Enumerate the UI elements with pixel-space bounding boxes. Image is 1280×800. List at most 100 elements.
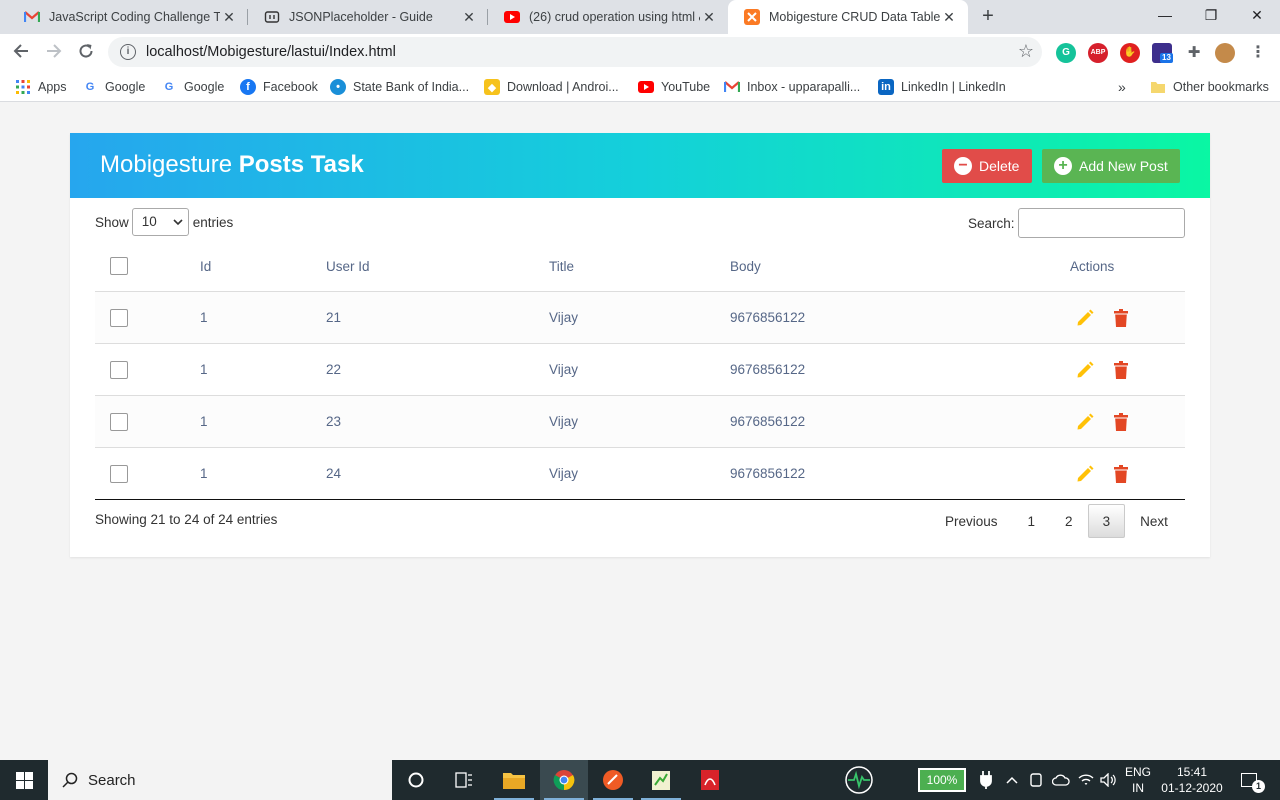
clock[interactable]: 15:41 01-12-2020 <box>1158 760 1226 800</box>
windows-logo-icon <box>15 771 33 789</box>
language-indicator[interactable]: ENG IN <box>1122 760 1154 800</box>
back-arrow-icon <box>13 44 28 58</box>
close-icon[interactable]: ✕ <box>940 9 958 26</box>
activity-monitor-button[interactable] <box>835 760 883 800</box>
pencil-icon <box>1077 465 1094 481</box>
row-checkbox[interactable] <box>110 360 128 379</box>
bookmark-google-1[interactable]: G Google <box>82 76 146 98</box>
pagination-previous[interactable]: Previous <box>930 504 1013 538</box>
new-tab-button[interactable]: + <box>976 5 1000 29</box>
notifications-button[interactable]: 1 <box>1234 760 1265 800</box>
other-bookmarks[interactable]: Other bookmarks <box>1150 76 1269 98</box>
delete-row-button[interactable] <box>1114 344 1128 395</box>
graduation-cap-icon[interactable]: 13 <box>1152 43 1173 63</box>
search-input[interactable] <box>1017 208 1185 238</box>
chrome-button[interactable] <box>540 760 588 800</box>
close-icon[interactable]: ✕ <box>460 9 478 26</box>
column-header-title[interactable]: Title <box>549 241 574 291</box>
address-bar[interactable]: i localhost/Mobigesture/lastui/Index.htm… <box>108 37 1042 67</box>
puzzle-piece-icon[interactable]: ✚ <box>1184 43 1204 63</box>
row-checkbox[interactable] <box>110 412 128 431</box>
delete-row-button[interactable] <box>1114 396 1128 447</box>
grammarly-icon[interactable]: G <box>1056 43 1076 63</box>
table-header-row: Id User Id Title Body Actions <box>95 241 1185 292</box>
bookmark-label: Other bookmarks <box>1173 80 1269 94</box>
search-label: Search: <box>968 215 1015 231</box>
column-header-user-id[interactable]: User Id <box>326 241 370 291</box>
bookmark-facebook[interactable]: f Facebook <box>240 76 318 98</box>
bookmark-linkedin[interactable]: in LinkedIn | LinkedIn <box>878 76 1006 98</box>
bookmark-gmail-inbox[interactable]: Inbox - upparapalli... <box>724 76 860 98</box>
delete-row-button[interactable] <box>1114 448 1128 499</box>
battery-indicator[interactable]: 100% <box>916 760 968 800</box>
forward-button[interactable] <box>40 39 68 67</box>
chevron-up-icon[interactable] <box>1002 760 1022 800</box>
row-checkbox[interactable] <box>110 308 128 327</box>
avatar[interactable] <box>1215 43 1235 63</box>
delete-row-button[interactable] <box>1114 292 1128 343</box>
info-icon[interactable]: i <box>120 44 136 60</box>
cortana-circle-icon <box>408 772 424 788</box>
close-window-button[interactable]: ✕ <box>1234 0 1280 30</box>
bookmark-star-icon[interactable]: ☆ <box>1018 41 1034 62</box>
select-all-checkbox[interactable] <box>110 257 128 275</box>
bookmarks-overflow-button[interactable]: » <box>1118 76 1126 98</box>
cell-title: Vijay <box>549 310 579 325</box>
acrobat-button[interactable] <box>686 760 734 800</box>
bookmark-sbi[interactable]: • State Bank of India... <box>330 76 469 98</box>
tab-mobigesture-crud[interactable]: Mobigesture CRUD Data Table ✕ <box>728 0 968 34</box>
reload-button[interactable] <box>72 39 100 67</box>
cortana-button[interactable] <box>392 760 440 800</box>
edit-button[interactable] <box>1075 448 1095 499</box>
device-icon[interactable] <box>1026 760 1046 800</box>
tab-title: JavaScript Coding Challenge Test <box>49 10 220 24</box>
jsonplaceholder-icon <box>264 9 280 25</box>
bookmark-download-android[interactable]: ◆ Download | Androi... <box>484 76 619 98</box>
edit-button[interactable] <box>1075 344 1095 395</box>
delete-button[interactable]: − Delete <box>942 149 1032 183</box>
edit-button[interactable] <box>1075 396 1095 447</box>
page-length-select[interactable]: 10 <box>131 208 189 236</box>
tab-youtube-crud[interactable]: (26) crud operation using html & ✕ <box>488 0 728 34</box>
pagination-page-1[interactable]: 1 <box>1013 504 1051 538</box>
tab-javascript-challenge[interactable]: JavaScript Coding Challenge Test ✕ <box>8 0 248 34</box>
task-view-button[interactable] <box>440 760 488 800</box>
file-explorer-button[interactable] <box>490 760 538 800</box>
minimize-button[interactable]: — <box>1142 0 1188 30</box>
edit-button[interactable] <box>1075 292 1095 343</box>
postman-button[interactable] <box>589 760 637 800</box>
back-button[interactable] <box>7 39 35 67</box>
column-header-id[interactable]: Id <box>200 241 211 291</box>
tab-title: JSONPlaceholder - Guide <box>289 10 433 24</box>
bookmark-youtube[interactable]: YouTube <box>638 76 710 98</box>
task-view-icon <box>455 772 472 788</box>
volume-icon[interactable] <box>1098 760 1118 800</box>
adblock-icon[interactable]: ABP <box>1088 43 1108 63</box>
notification-icon: 1 <box>1241 773 1265 793</box>
row-checkbox[interactable] <box>110 464 128 483</box>
taskbar-search-box[interactable]: Search <box>48 760 392 800</box>
bookmark-google-2[interactable]: G Google <box>161 76 225 98</box>
cell-user-id: 24 <box>326 466 342 481</box>
close-icon[interactable]: ✕ <box>700 9 718 26</box>
stop-hand-icon[interactable]: ✋ <box>1120 43 1140 63</box>
show-label: Show <box>95 214 129 230</box>
tab-jsonplaceholder[interactable]: JSONPlaceholder - Guide ✕ <box>248 0 488 34</box>
notepad-plus-plus-button[interactable] <box>637 760 685 800</box>
pagination-page-3[interactable]: 3 <box>1087 504 1126 538</box>
bookmark-label: Apps <box>38 80 67 94</box>
restore-button[interactable]: ❐ <box>1188 0 1234 30</box>
bookmark-apps[interactable]: Apps <box>15 76 67 98</box>
pagination-next[interactable]: Next <box>1125 504 1183 538</box>
kebab-menu-icon[interactable]: ⋮ <box>1248 43 1268 63</box>
onedrive-cloud-icon[interactable] <box>1050 760 1072 800</box>
column-header-body[interactable]: Body <box>730 241 761 291</box>
youtube-icon <box>504 9 520 25</box>
start-button[interactable] <box>0 760 48 800</box>
pagination-page-2[interactable]: 2 <box>1050 504 1088 538</box>
close-icon[interactable]: ✕ <box>220 9 238 26</box>
cell-body: 9676856122 <box>730 310 806 325</box>
add-new-post-button[interactable]: + Add New Post <box>1042 149 1180 183</box>
wifi-icon[interactable] <box>1076 760 1096 800</box>
gmail-icon <box>24 9 40 25</box>
